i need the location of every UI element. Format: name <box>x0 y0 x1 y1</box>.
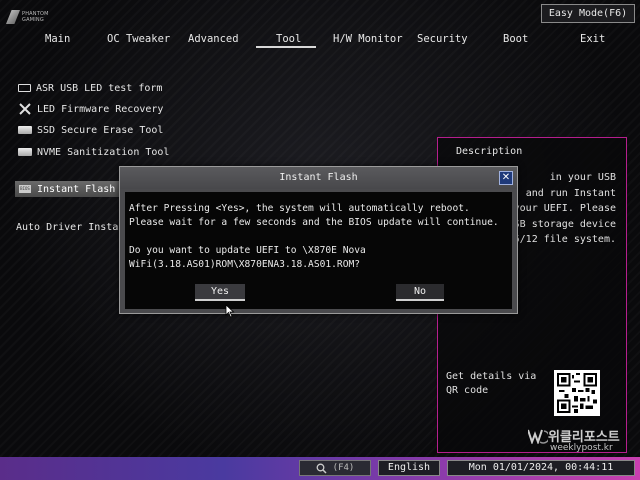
menu-tool[interactable]: Tool <box>276 33 301 45</box>
bios-chip-icon: BIOS <box>19 185 31 193</box>
tool-label: LED Firmware Recovery <box>37 103 164 115</box>
no-button[interactable]: No <box>396 284 444 301</box>
watermark: 위클리포스트 weeklypost.kr <box>528 426 636 456</box>
description-title: Description <box>456 146 523 157</box>
tool-asr-usb-led-test[interactable]: ASR USB LED test form <box>18 81 162 95</box>
main-menu: Main OC Tweaker Advanced Tool H/W Monito… <box>0 33 640 48</box>
watermark-logo-icon <box>528 429 548 444</box>
tool-label: SSD Secure Erase Tool <box>37 124 164 136</box>
tool-label: ASR USB LED test form <box>36 82 163 94</box>
instant-flash-label: Instant Flash <box>37 183 116 195</box>
wrench-screwdriver-icon <box>18 103 32 115</box>
language-selector[interactable]: English <box>378 460 440 476</box>
instant-flash-item[interactable]: BIOS Instant Flash <box>15 181 127 197</box>
mouse-cursor-icon <box>225 304 235 318</box>
tool-label: NVME Sanitization Tool <box>37 146 170 158</box>
menu-oc-tweaker[interactable]: OC Tweaker <box>107 33 170 45</box>
tool-ssd-secure-erase[interactable]: SSD Secure Erase Tool <box>18 123 163 137</box>
tool-nvme-sanitization[interactable]: NVME Sanitization Tool <box>18 145 169 159</box>
menu-security[interactable]: Security <box>417 33 468 45</box>
date-time-display: Mon 01/01/2024, 00:44:11 <box>447 460 635 476</box>
dialog-body: After Pressing <Yes>, the system will au… <box>125 192 512 309</box>
phantom-gaming-logo: PHANTOM GAMING <box>6 8 48 30</box>
menu-main[interactable]: Main <box>45 33 70 45</box>
search-hint: (F4) <box>332 463 355 473</box>
active-tab-underline <box>256 46 316 48</box>
instant-flash-dialog: Instant Flash ✕ After Pressing <Yes>, th… <box>119 166 518 314</box>
menu-boot[interactable]: Boot <box>503 33 528 45</box>
qr-code-icon <box>554 370 600 416</box>
easy-mode-button[interactable]: Easy Mode(F6) <box>541 4 635 23</box>
dialog-title: Instant Flash <box>120 167 517 189</box>
drive-icon <box>18 148 32 156</box>
close-icon[interactable]: ✕ <box>499 171 513 185</box>
drive-icon <box>18 126 32 134</box>
usb-icon <box>18 84 31 92</box>
search-button[interactable]: (F4) <box>299 460 371 476</box>
yes-button[interactable]: Yes <box>195 284 245 301</box>
tool-led-firmware-recovery[interactable]: LED Firmware Recovery <box>18 102 163 116</box>
dialog-message: After Pressing <Yes>, the system will au… <box>129 203 499 270</box>
menu-advanced[interactable]: Advanced <box>188 33 239 45</box>
qr-details-text: Get details via QR code <box>446 371 537 396</box>
menu-exit[interactable]: Exit <box>580 33 605 45</box>
menu-hw-monitor[interactable]: H/W Monitor <box>333 33 403 45</box>
search-icon <box>316 463 327 474</box>
